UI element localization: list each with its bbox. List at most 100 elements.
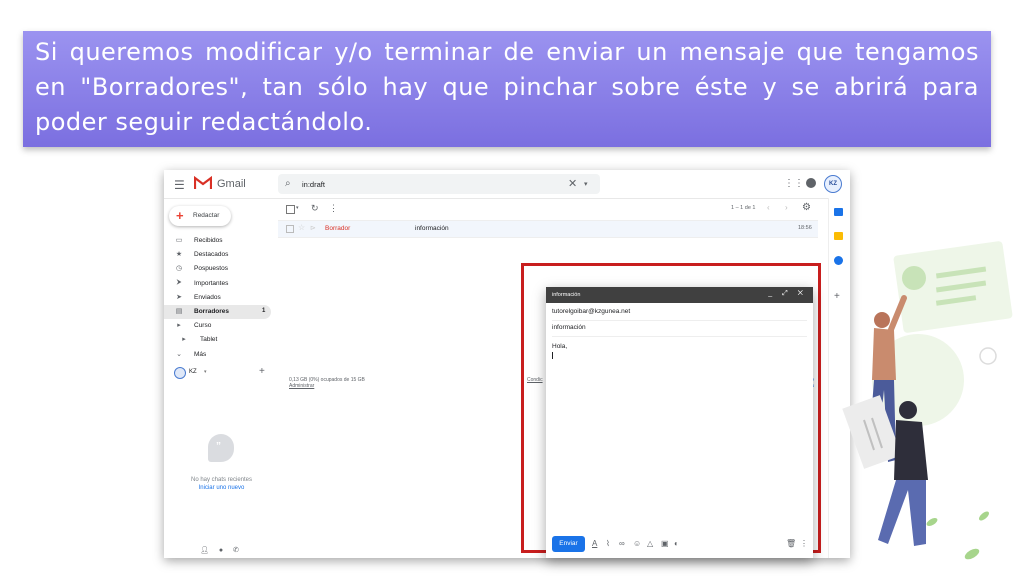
account-avatar[interactable]: KZ — [824, 175, 842, 193]
sidebar-item-label: Importantes — [194, 279, 229, 287]
sidebar-item-snoozed[interactable]: ◷ Pospuestos — [164, 262, 274, 276]
select-all-checkbox[interactable] — [286, 205, 295, 214]
menu-icon[interactable]: ☰ — [174, 178, 185, 192]
phone-icon[interactable]: ✆ — [233, 547, 239, 554]
sidebar-item-curso[interactable]: ▸ Curso — [164, 319, 274, 333]
important-icon: ⮞ — [176, 278, 182, 286]
sidebar-nav: ▭ Recibidos ★ Destacados ◷ Pospuestos ⮞ … — [164, 234, 274, 362]
label-icon: ▸ — [177, 322, 181, 330]
sidebar-item-label: Recibidos — [194, 237, 223, 244]
list-toolbar: ▾ ↻ ⋮ 1 – 1 de 1 ‹ › ⚙ — [284, 202, 814, 218]
sidebar-item-starred[interactable]: ★ Destacados — [164, 248, 274, 262]
row-subject: información — [415, 225, 449, 232]
plus-icon: + — [176, 208, 184, 223]
account-name: KZ — [189, 369, 197, 375]
chevron-down-icon[interactable]: ▾ — [296, 205, 299, 211]
sidebar-item-label: Borradores — [194, 307, 230, 315]
draft-icon: ▤ — [175, 307, 183, 315]
no-chats-message: No hay chats recientes Iniciar uno nuevo — [174, 476, 269, 492]
document-card — [893, 241, 1013, 333]
compose-window: información _ ⤢ ✕ tutorelgoibar@kzgunea.… — [546, 287, 813, 558]
sidebar-item-more[interactable]: ⌄ Más — [164, 348, 274, 362]
storage-info: 0,13 GB (0%) ocupados de 15 GB Administr… — [289, 377, 365, 389]
sidebar-item-drafts[interactable]: ▤ Borradores 1 — [164, 304, 271, 320]
gear-icon[interactable]: ⚙ — [802, 202, 811, 213]
gmail-logo-text: Gmail — [217, 178, 246, 190]
compose-window-title: información — [552, 292, 581, 298]
sidebar-item-label: Pospuestos — [194, 265, 228, 273]
sidebar-item-label: Tablet — [200, 336, 218, 344]
search-input[interactable]: in:draft — [302, 180, 325, 189]
clock-icon: ◷ — [175, 265, 183, 273]
message-text: Hola, — [552, 343, 568, 350]
link-icon[interactable]: ∞ — [619, 539, 625, 548]
sidebar-item-important[interactable]: ⮞ Importantes — [164, 277, 274, 291]
to-field[interactable]: tutorelgoibar@kzgunea.net — [552, 308, 807, 321]
attach-icon[interactable]: ⌇ — [606, 539, 610, 548]
person-icon[interactable]: 👤︎ — [200, 547, 209, 554]
sidebar-item-tablet[interactable]: ▸ Tablet — [164, 333, 274, 347]
hangouts-account[interactable]: KZ ▾ + — [174, 366, 274, 379]
manage-storage-link[interactable]: Administrar — [289, 383, 365, 389]
apps-grid-icon[interactable]: ⋮⋮ — [784, 178, 804, 189]
sidebar-item-inbox[interactable]: ▭ Recibidos — [164, 234, 274, 248]
row-sender: Borrador — [325, 225, 351, 232]
formatting-icon[interactable]: A — [592, 539, 597, 548]
sidebar-item-label: Destacados — [194, 251, 229, 259]
photo-icon[interactable]: ▣ — [661, 539, 669, 548]
sidebar-item-label: Enviados — [194, 293, 221, 301]
message-body[interactable]: Hola, — [552, 342, 567, 359]
drive-icon[interactable]: △ — [647, 539, 653, 548]
compose-toolbar: Enviar A ⌇ ∞ ☺ △ ▣ ◐ 🗑︎ ⋮ — [552, 536, 808, 552]
chevron-down-icon: ⌄ — [176, 350, 182, 358]
calendar-icon[interactable] — [834, 208, 843, 216]
chat-bubble-icon[interactable]: ● — [219, 547, 223, 554]
chevron-down-icon[interactable]: ▾ — [204, 369, 207, 375]
delete-icon[interactable]: 🗑︎ — [786, 539, 796, 548]
chevron-left-icon[interactable]: ‹ — [767, 203, 770, 212]
sidebar-item-sent[interactable]: ➤ Enviados — [164, 291, 274, 305]
add-chat-icon[interactable]: + — [259, 366, 265, 377]
label-icon: ▸ — [182, 336, 186, 344]
star-icon[interactable]: ☆ — [298, 223, 305, 232]
instruction-banner: Si queremos modificar y/o terminar de en… — [23, 31, 991, 147]
sidebar-item-label: Más — [194, 350, 207, 358]
draft-count: 1 — [262, 307, 266, 314]
send-button[interactable]: Enviar — [552, 536, 585, 552]
pagination-text: 1 – 1 de 1 — [731, 205, 756, 211]
notifications-icon[interactable] — [806, 178, 816, 188]
compose-button[interactable]: + Redactar — [169, 206, 231, 226]
confidential-icon[interactable]: ◐ — [674, 539, 679, 548]
window-controls[interactable]: _ ⤢ ✕ — [768, 290, 807, 298]
search-options-icon[interactable]: ▾ — [584, 180, 588, 188]
emoji-icon[interactable]: ☺ — [633, 539, 641, 548]
chevron-right-icon[interactable]: › — [785, 203, 788, 212]
row-time: 18:56 — [798, 225, 812, 231]
important-icon[interactable]: ⊳ — [310, 224, 316, 232]
table-row[interactable]: ☆ ⊳ Borrador información 18:56 — [278, 220, 818, 238]
keep-icon[interactable] — [834, 232, 843, 240]
no-chats-text: No hay chats recientes — [190, 477, 253, 483]
search-icon[interactable]: ⌕ — [285, 178, 291, 189]
clear-search-icon[interactable]: ✕ — [568, 177, 577, 190]
more-options-icon[interactable]: ⋮ — [800, 539, 808, 548]
hangouts-bottom-bar: 👤︎ ● ✆ — [200, 546, 247, 554]
gmail-logo-icon — [194, 176, 212, 189]
start-new-chat-link[interactable]: Iniciar uno nuevo — [174, 484, 269, 492]
star-icon: ★ — [175, 251, 183, 259]
refresh-icon[interactable]: ↻ — [311, 203, 319, 214]
hangouts-icon: ” — [208, 434, 234, 462]
leaves — [926, 511, 989, 560]
inbox-icon: ▭ — [175, 237, 183, 244]
row-checkbox[interactable] — [286, 225, 294, 233]
avatar — [174, 367, 186, 379]
people-illustration — [842, 241, 1013, 560]
sidebar-item-label: Curso — [194, 322, 212, 330]
gmail-header: ☰ Gmail ⌕ in:draft ✕ ▾ ⋮⋮ KZ — [164, 170, 850, 199]
search-bar[interactable]: ⌕ in:draft ✕ ▾ — [278, 174, 600, 194]
compose-window-header[interactable]: información _ ⤢ ✕ — [546, 287, 813, 303]
text-cursor — [552, 352, 553, 359]
subject-field[interactable]: información — [552, 324, 807, 337]
more-options-icon[interactable]: ⋮ — [329, 203, 338, 214]
compose-label: Redactar — [193, 212, 220, 219]
